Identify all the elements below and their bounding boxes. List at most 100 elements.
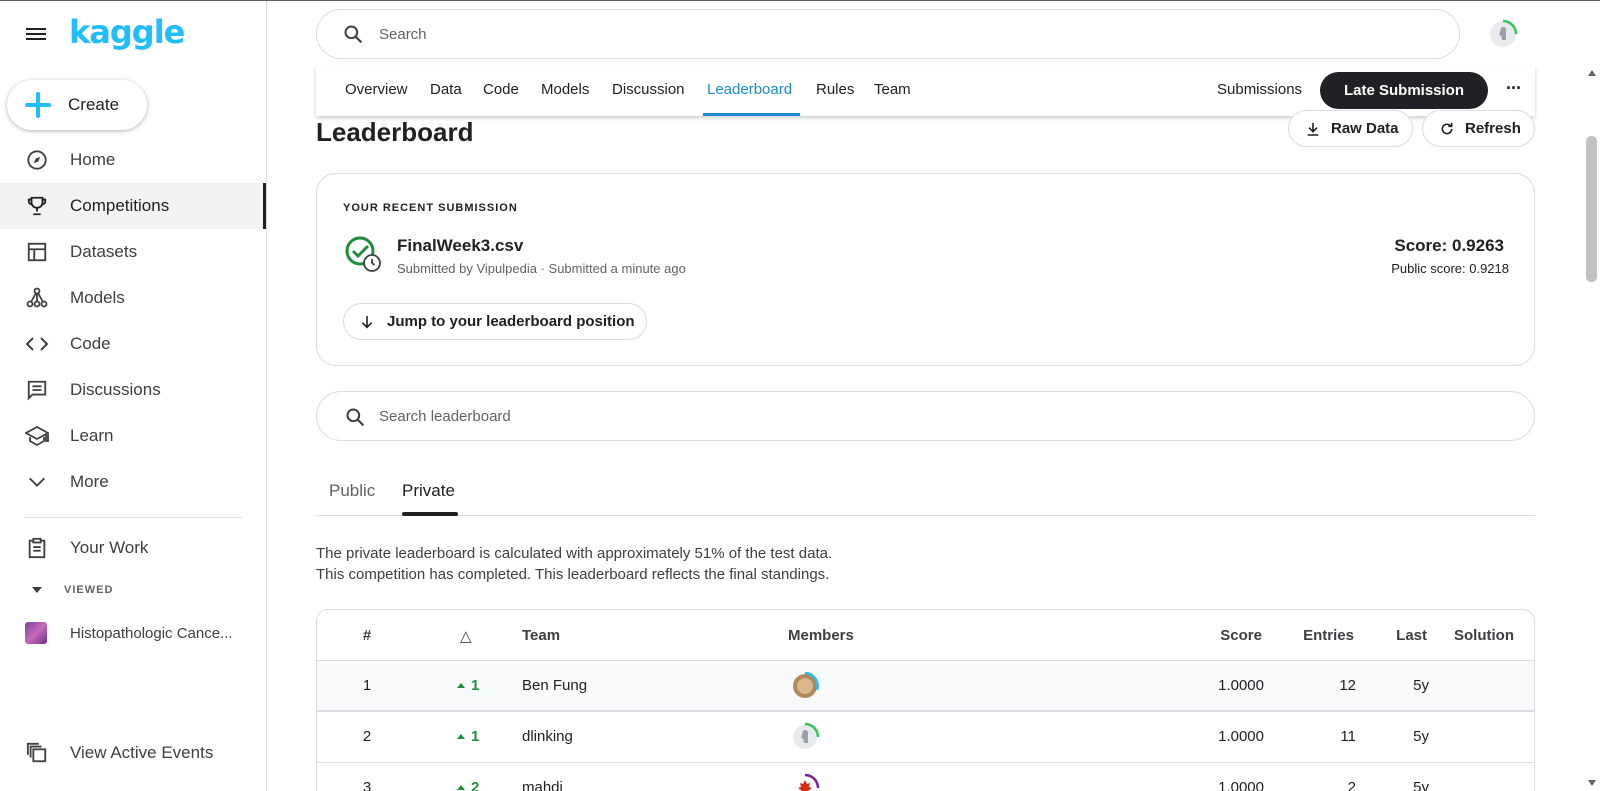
tab-code[interactable]: Code (483, 81, 519, 98)
submission-score: Score: 0.9263 (1394, 236, 1504, 255)
raw-data-label: Raw Data (1331, 120, 1399, 137)
arrow-down-icon (359, 314, 375, 330)
scrollbar-thumb[interactable] (1586, 136, 1597, 282)
leaderboard-note: The private leaderboard is calculated wi… (316, 543, 832, 585)
leaderboard-search-input[interactable]: Search leaderboard (316, 391, 1535, 441)
viewed-toggle[interactable]: VIEWED (25, 584, 113, 596)
school-icon (25, 424, 49, 448)
row-team[interactable]: dlinking (522, 728, 573, 745)
caret-down-icon (32, 587, 42, 593)
sidebar-item-datasets[interactable]: Datasets (0, 229, 266, 275)
row-rank: 3 (362, 779, 372, 791)
tab-public[interactable]: Public (329, 481, 375, 501)
col-rank: # (362, 627, 372, 644)
tab-team[interactable]: Team (874, 81, 911, 98)
plus-icon (25, 92, 51, 118)
submission-filename[interactable]: FinalWeek3.csv (397, 236, 523, 256)
member-avatar[interactable] (789, 772, 821, 791)
sidebar-item-label: View Active Events (70, 743, 214, 762)
submission-meta: Submitted by Vipulpedia · Submitted a mi… (397, 261, 686, 276)
create-label: Create (68, 95, 120, 114)
table-row[interactable]: 1 1 Ben Fung 1.0000 12 5y (317, 660, 1534, 711)
sidebar-item-code[interactable]: Code (0, 321, 266, 367)
row-delta-value: 1 (471, 728, 480, 745)
user-avatar[interactable] (1487, 18, 1519, 50)
leaderboard-table: # △ Team Members Score Entries Last Solu… (316, 609, 1535, 791)
row-delta: 1 (457, 677, 479, 694)
arrow-up-icon (457, 785, 465, 790)
sidebar-item-learn[interactable]: Learn (0, 413, 266, 459)
late-submission-button[interactable]: Late Submission (1320, 72, 1488, 109)
col-solution: Solution (1454, 627, 1514, 644)
col-score[interactable]: Score (1220, 627, 1262, 644)
table-row[interactable]: 2 1 dlinking 1.0000 11 5y (317, 711, 1534, 762)
sidebar: kaggle Create Home Competitions Datasets… (0, 1, 267, 791)
sidebar-item-competitions[interactable]: Competitions (0, 183, 266, 229)
page-title: Leaderboard (316, 117, 474, 147)
row-delta: 2 (457, 779, 479, 791)
sidebar-item-label: Datasets (70, 242, 138, 261)
row-last: 5y (1413, 779, 1429, 791)
row-score: 1.0000 (1218, 779, 1264, 791)
search-input[interactable]: Search (316, 9, 1460, 59)
sidebar-item-discussions[interactable]: Discussions (0, 367, 266, 413)
note-line-1: The private leaderboard is calculated wi… (316, 545, 833, 562)
tab-private[interactable]: Private (402, 481, 455, 501)
search-icon (345, 407, 365, 432)
col-last[interactable]: Last (1396, 627, 1427, 644)
more-options-icon[interactable]: ··· (1506, 78, 1522, 99)
sidebar-item-home[interactable]: Home (0, 137, 266, 183)
viewed-item-label: Histopathologic Cance... (70, 624, 233, 642)
member-avatar[interactable] (789, 721, 821, 753)
note-line-2: This competition has completed. This lea… (316, 566, 830, 583)
sidebar-divider (25, 517, 242, 518)
row-team[interactable]: Ben Fung (522, 677, 587, 694)
chevron-down-icon (25, 470, 49, 494)
table-row[interactable]: 3 2 mahdi 1.0000 2 5y (317, 762, 1534, 791)
tab-rules[interactable]: Rules (816, 81, 854, 98)
raw-data-button[interactable]: Raw Data (1288, 110, 1413, 147)
sidebar-item-your-work[interactable]: Your Work (0, 525, 266, 571)
sidebar-item-more[interactable]: More (0, 459, 266, 505)
kaggle-logo[interactable]: kaggle (69, 13, 185, 51)
sidebar-item-label: Learn (70, 426, 114, 445)
competition-tabbar: Overview Data Code Models Discussion Lea… (316, 66, 1535, 116)
tab-discussion[interactable]: Discussion (612, 81, 685, 98)
sidebar-item-models[interactable]: Models (0, 275, 266, 321)
trophy-icon (25, 194, 49, 218)
row-entries: 11 (1340, 728, 1356, 745)
col-entries[interactable]: Entries (1303, 627, 1354, 644)
row-rank: 2 (362, 728, 372, 745)
row-team[interactable]: mahdi (522, 779, 563, 791)
sidebar-item-view-active-events[interactable]: View Active Events (0, 730, 266, 776)
compass-icon (25, 148, 49, 172)
recent-submission-card: YOUR RECENT SUBMISSION FinalWeek3.csv Su… (316, 173, 1535, 366)
jump-to-position-button[interactable]: Jump to your leaderboard position (343, 303, 647, 340)
sidebar-item-label: Your Work (70, 538, 149, 557)
search-placeholder: Search (379, 25, 427, 43)
tab-models[interactable]: Models (541, 81, 589, 98)
tab-overview[interactable]: Overview (345, 81, 408, 98)
create-button[interactable]: Create (7, 80, 147, 130)
menu-icon[interactable] (24, 25, 48, 45)
sidebar-item-label: Competitions (70, 196, 170, 215)
sidebar-item-label: Discussions (70, 380, 161, 399)
search-icon (343, 24, 363, 49)
tab-data[interactable]: Data (430, 81, 462, 98)
member-avatar[interactable] (789, 670, 821, 702)
competition-thumbnail (25, 622, 47, 644)
row-delta: 1 (457, 728, 479, 745)
tab-leaderboard[interactable]: Leaderboard (707, 81, 792, 98)
viewed-item-histopathologic[interactable]: Histopathologic Cance... (25, 621, 233, 645)
clipboard-icon (25, 536, 49, 560)
row-entries: 2 (1347, 779, 1356, 791)
row-delta-value: 1 (471, 677, 480, 694)
refresh-button[interactable]: Refresh (1422, 110, 1535, 147)
submissions-link[interactable]: Submissions (1217, 81, 1302, 98)
recent-submission-kicker: YOUR RECENT SUBMISSION (343, 202, 518, 214)
scroll-down-arrow[interactable] (1588, 780, 1596, 786)
refresh-icon (1439, 121, 1455, 137)
sidebar-item-label: Models (70, 288, 125, 307)
row-score: 1.0000 (1218, 677, 1264, 694)
scroll-up-arrow[interactable] (1588, 70, 1596, 76)
